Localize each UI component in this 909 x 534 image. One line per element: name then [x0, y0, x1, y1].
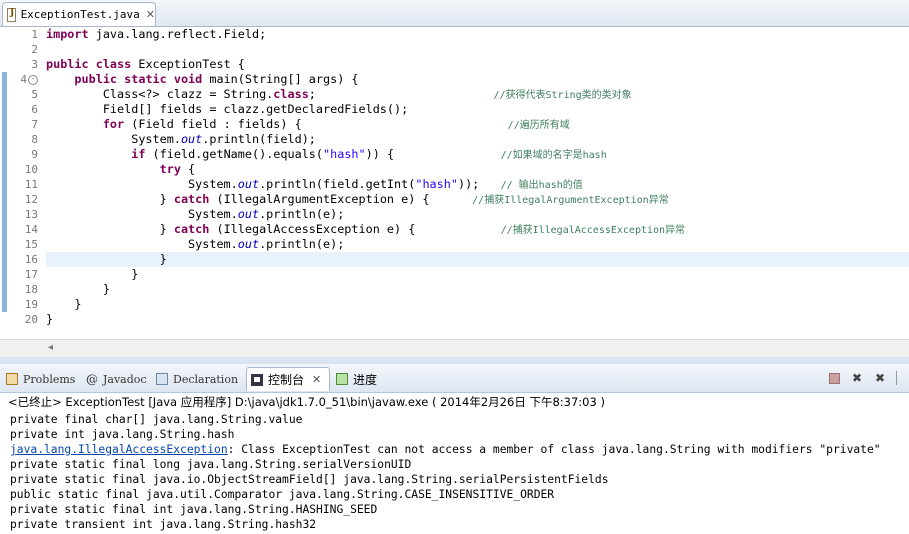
code-line[interactable]: import java.lang.reflect.Field; [46, 27, 909, 42]
code-line[interactable]: System.out.println(e); [46, 207, 909, 222]
line-number: 14 [24, 223, 38, 236]
console-line: java.lang.IllegalAccessException: Class … [10, 442, 881, 457]
line-number-gutter: 1 2 3 4- 5 6 7 8 9 10 11 12 13 14 15 16 … [8, 27, 38, 327]
line-number: 10 [24, 163, 38, 176]
line-number: 16 [24, 253, 38, 266]
pane-divider[interactable] [0, 357, 909, 364]
console-line: private static final java.io.ObjectStrea… [10, 473, 609, 486]
code-line[interactable]: public static void main(String[] args) { [46, 72, 909, 87]
annotation-ruler [0, 27, 8, 357]
tab-declaration-label: Declaration [173, 372, 239, 386]
scroll-left-icon[interactable]: ◂ [48, 342, 53, 353]
line-number: 13 [24, 208, 38, 221]
fold-toggle-icon[interactable]: - [28, 75, 38, 85]
console-line: private static final int java.lang.Strin… [10, 503, 378, 516]
code-line[interactable]: System.out.println(field); [46, 132, 909, 147]
code-line[interactable]: System.out.println(e); [46, 237, 909, 252]
java-file-icon [7, 7, 16, 22]
line-number: 9 [31, 148, 38, 161]
code-line[interactable]: public class ExceptionTest { [46, 57, 909, 72]
code-line[interactable]: } [46, 297, 909, 312]
close-icon[interactable]: ✕ [146, 8, 155, 21]
code-line[interactable]: System.out.println(field.getInt("hash"))… [46, 177, 909, 192]
line-number: 20 [24, 313, 38, 326]
tab-console-label: 控制台 [268, 373, 305, 387]
line-number: 8 [31, 133, 38, 146]
tab-progress-label: 进度 [353, 372, 378, 387]
declaration-icon [156, 373, 168, 385]
line-number: 6 [31, 103, 38, 116]
tab-declaration[interactable]: Declaration [156, 367, 238, 391]
tab-console[interactable]: 控制台 ✕ [246, 367, 330, 391]
line-number: 18 [24, 283, 38, 296]
line-number-fold[interactable]: 4- [8, 72, 38, 87]
code-editor[interactable]: 1 2 3 4- 5 6 7 8 9 10 11 12 13 14 15 16 … [0, 27, 909, 357]
code-line[interactable]: } catch (IllegalAccessException e) { //捕… [46, 222, 909, 237]
code-line[interactable]: } catch (IllegalArgumentException e) { /… [46, 192, 909, 207]
horizontal-scrollbar[interactable]: ◂ [0, 339, 909, 357]
exception-message: : Class ExceptionTest can not access a m… [227, 443, 881, 456]
console-line: private transient int java.lang.String.h… [10, 518, 317, 531]
code-line[interactable]: for (Field field : fields) { //遍历所有域 [46, 117, 909, 132]
line-number: 3 [31, 58, 38, 71]
console-line: private int java.lang.String.hash [10, 428, 235, 441]
line-number: 5 [31, 88, 38, 101]
line-number: 19 [24, 298, 38, 311]
code-line[interactable]: } [46, 282, 909, 297]
tab-javadoc-label: Javadoc [103, 372, 147, 386]
progress-icon [336, 373, 348, 385]
code-line-current[interactable]: } [46, 252, 909, 267]
code-line[interactable]: Field[] fields = clazz.getDeclaredFields… [46, 102, 909, 117]
line-number: 7 [31, 118, 38, 131]
view-menu-icon[interactable] [896, 371, 907, 385]
code-line[interactable]: } [46, 312, 909, 327]
code-line[interactable] [46, 42, 909, 57]
line-number: 12 [24, 193, 38, 206]
console-output[interactable]: private final char[] java.lang.String.va… [10, 412, 881, 532]
remove-all-icon[interactable]: ✖ [873, 371, 887, 385]
editor-tab-bar: ExceptionTest.java ✕ [0, 0, 909, 27]
line-number: 1 [31, 28, 38, 41]
tab-problems[interactable]: Problems [6, 367, 75, 391]
console-line: public static final java.util.Comparator… [10, 488, 555, 501]
exception-link[interactable]: java.lang.IllegalAccessException [10, 443, 228, 456]
remove-launch-icon[interactable]: ✖ [850, 371, 864, 385]
editor-tab-exceptiontest[interactable]: ExceptionTest.java ✕ [2, 2, 156, 26]
code-line[interactable]: Class<?> clazz = String.class; //获得代表Str… [46, 87, 909, 102]
code-text[interactable]: import java.lang.reflect.Field; public c… [46, 27, 909, 327]
code-line[interactable]: } [46, 267, 909, 282]
tab-progress[interactable]: 进度 [336, 367, 377, 391]
line-number: 17 [24, 268, 38, 281]
close-icon[interactable]: ✕ [312, 373, 321, 386]
line-number: 11 [24, 178, 38, 191]
editor-tab-label: ExceptionTest.java [20, 8, 140, 21]
javadoc-icon: @ [86, 372, 98, 386]
code-line[interactable]: if (field.getName().equals("hash")) { //… [46, 147, 909, 162]
console-line: private static final long java.lang.Stri… [10, 458, 412, 471]
line-number: 4 [20, 73, 27, 86]
line-number: 15 [24, 238, 38, 251]
tab-problems-label: Problems [23, 372, 76, 386]
tab-javadoc[interactable]: @ Javadoc [86, 367, 147, 391]
terminate-icon[interactable] [829, 373, 840, 384]
code-line[interactable]: try { [46, 162, 909, 177]
console-icon [251, 373, 263, 386]
change-marker [2, 72, 7, 312]
line-number: 2 [31, 43, 38, 56]
console-process-label: <已终止> ExceptionTest [Java 应用程序] D:\java\… [8, 395, 605, 409]
problems-icon [6, 373, 18, 385]
view-tab-bar: Problems @ Javadoc Declaration 控制台 ✕ 进度 … [0, 364, 909, 393]
console-line: private final char[] java.lang.String.va… [10, 413, 303, 426]
